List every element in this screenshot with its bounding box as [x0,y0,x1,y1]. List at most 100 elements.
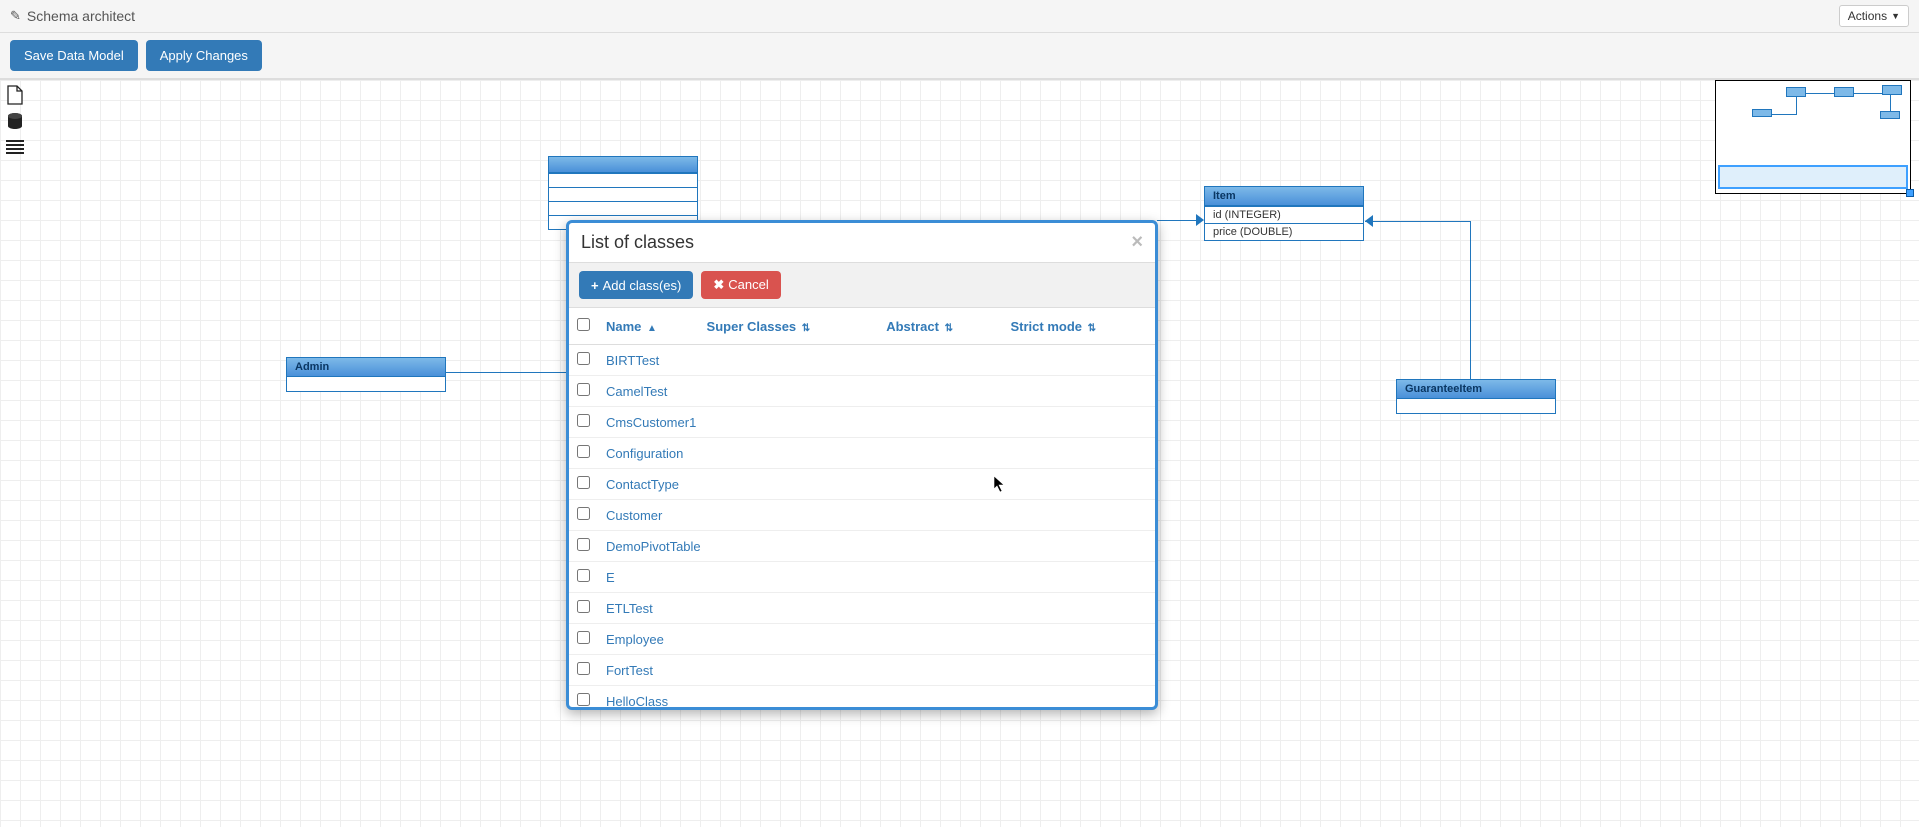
select-all-checkbox[interactable] [577,318,590,331]
entity-header: Item [1205,187,1363,206]
canvas-tool-palette [4,84,28,158]
row-checkbox-cell [569,407,598,438]
class-link[interactable]: ContactType [606,477,679,492]
row-checkbox-cell [569,655,598,686]
column-abstract[interactable]: Abstract ⇅ [878,308,1002,345]
dialog-header[interactable]: List of classes × [569,223,1155,262]
row-checkbox[interactable] [577,693,590,706]
minimap-line [1772,114,1796,115]
entity-field [549,201,697,215]
minimap[interactable] [1715,80,1911,194]
column-super[interactable]: Super Classes ⇅ [699,308,879,345]
row-checkbox-cell [569,562,598,593]
class-link[interactable]: CmsCustomer1 [606,415,696,430]
class-link[interactable]: Configuration [606,446,683,461]
class-table-scroll[interactable]: Name ▲ Super Classes ⇅ Abstract ⇅ Stri [569,308,1155,707]
entity-header: GuaranteeItem [1397,380,1555,399]
minimap-resize-handle[interactable] [1906,189,1914,197]
apply-changes-button[interactable]: Apply Changes [146,40,262,71]
list-of-classes-dialog: List of classes × +Add class(es) ✖Cancel [566,220,1158,710]
entity-partial[interactable] [548,156,698,230]
row-checkbox[interactable] [577,352,590,365]
col-strict-text: Strict mode [1011,319,1083,334]
row-checkbox[interactable] [577,569,590,582]
save-data-model-button[interactable]: Save Data Model [10,40,138,71]
actions-label: Actions [1848,9,1887,23]
minimap-viewport[interactable] [1718,165,1908,189]
class-link[interactable]: HelloClass [606,694,668,708]
page-title-text: Schema architect [27,8,135,24]
entity-body [1397,399,1555,413]
table-row: Configuration [569,438,1155,469]
entity-admin[interactable]: Admin [286,357,446,392]
connection-line [1365,221,1471,222]
row-checkbox[interactable] [577,631,590,644]
dialog-toolbar: +Add class(es) ✖Cancel [569,262,1155,308]
entity-body [287,377,445,391]
row-name-cell: ETLTest [598,593,1155,624]
row-checkbox[interactable] [577,662,590,675]
class-link[interactable]: Employee [606,632,664,647]
row-name-cell: Configuration [598,438,1155,469]
entity-item[interactable]: Item id (INTEGER) price (DOUBLE) [1204,186,1364,241]
row-checkbox[interactable] [577,507,590,520]
entity-guaranteeitem[interactable]: GuaranteeItem [1396,379,1556,414]
class-link[interactable]: E [606,570,615,585]
column-name[interactable]: Name ▲ [598,308,699,345]
entity-field: id (INTEGER) [1205,206,1363,223]
row-name-cell: Customer [598,500,1155,531]
row-checkbox-cell [569,438,598,469]
field-text: price (DOUBLE) [1213,226,1292,238]
entity-field: price (DOUBLE) [1205,223,1363,240]
row-name-cell: Employee [598,624,1155,655]
edit-icon: ✎ [10,8,21,24]
class-link[interactable]: BIRTTest [606,353,659,368]
new-document-icon[interactable] [4,84,26,106]
class-table: Name ▲ Super Classes ⇅ Abstract ⇅ Stri [569,308,1155,707]
table-row: DemoPivotTable [569,531,1155,562]
row-checkbox-cell [569,531,598,562]
caret-down-icon: ▼ [1891,11,1900,21]
col-super-text: Super Classes [707,319,797,334]
arrowhead-icon [1365,215,1373,227]
table-row: HelloClass [569,686,1155,708]
entity-title: Admin [295,361,329,373]
row-checkbox[interactable] [577,538,590,551]
cancel-button[interactable]: ✖Cancel [701,271,780,299]
minimap-line [1854,93,1882,94]
class-link[interactable]: Customer [606,508,662,523]
class-link[interactable]: ETLTest [606,601,653,616]
row-checkbox[interactable] [577,445,590,458]
schema-canvas[interactable]: Admin Item id (INTEGER) price (DOUBLE) G… [0,79,1919,827]
page-title: ✎ Schema architect [10,8,135,24]
actions-dropdown[interactable]: Actions ▼ [1839,5,1909,27]
add-classes-button[interactable]: +Add class(es) [579,271,693,299]
arrowhead-icon [1196,214,1204,226]
close-icon[interactable]: × [1131,231,1143,254]
entity-field [549,187,697,201]
minimap-node [1882,85,1902,95]
column-strict[interactable]: Strict mode ⇅ [1003,308,1156,345]
minimap-node [1786,87,1806,97]
row-checkbox[interactable] [577,383,590,396]
database-icon[interactable] [4,110,26,132]
table-row: E [569,562,1155,593]
row-name-cell: CamelTest [598,376,1155,407]
row-checkbox-cell [569,624,598,655]
row-name-cell: E [598,562,1155,593]
row-checkbox[interactable] [577,476,590,489]
table-row: BIRTTest [569,345,1155,376]
class-link[interactable]: DemoPivotTable [606,539,701,554]
table-row: FortTest [569,655,1155,686]
apply-label: Apply Changes [160,48,248,63]
class-link[interactable]: FortTest [606,663,653,678]
table-header-row: Name ▲ Super Classes ⇅ Abstract ⇅ Stri [569,308,1155,345]
class-link[interactable]: CamelTest [606,384,667,399]
row-checkbox[interactable] [577,600,590,613]
table-row: CamelTest [569,376,1155,407]
minimap-node [1752,109,1772,117]
row-checkbox[interactable] [577,414,590,427]
list-icon[interactable] [4,136,26,158]
select-all-header [569,308,598,345]
row-checkbox-cell [569,686,598,708]
